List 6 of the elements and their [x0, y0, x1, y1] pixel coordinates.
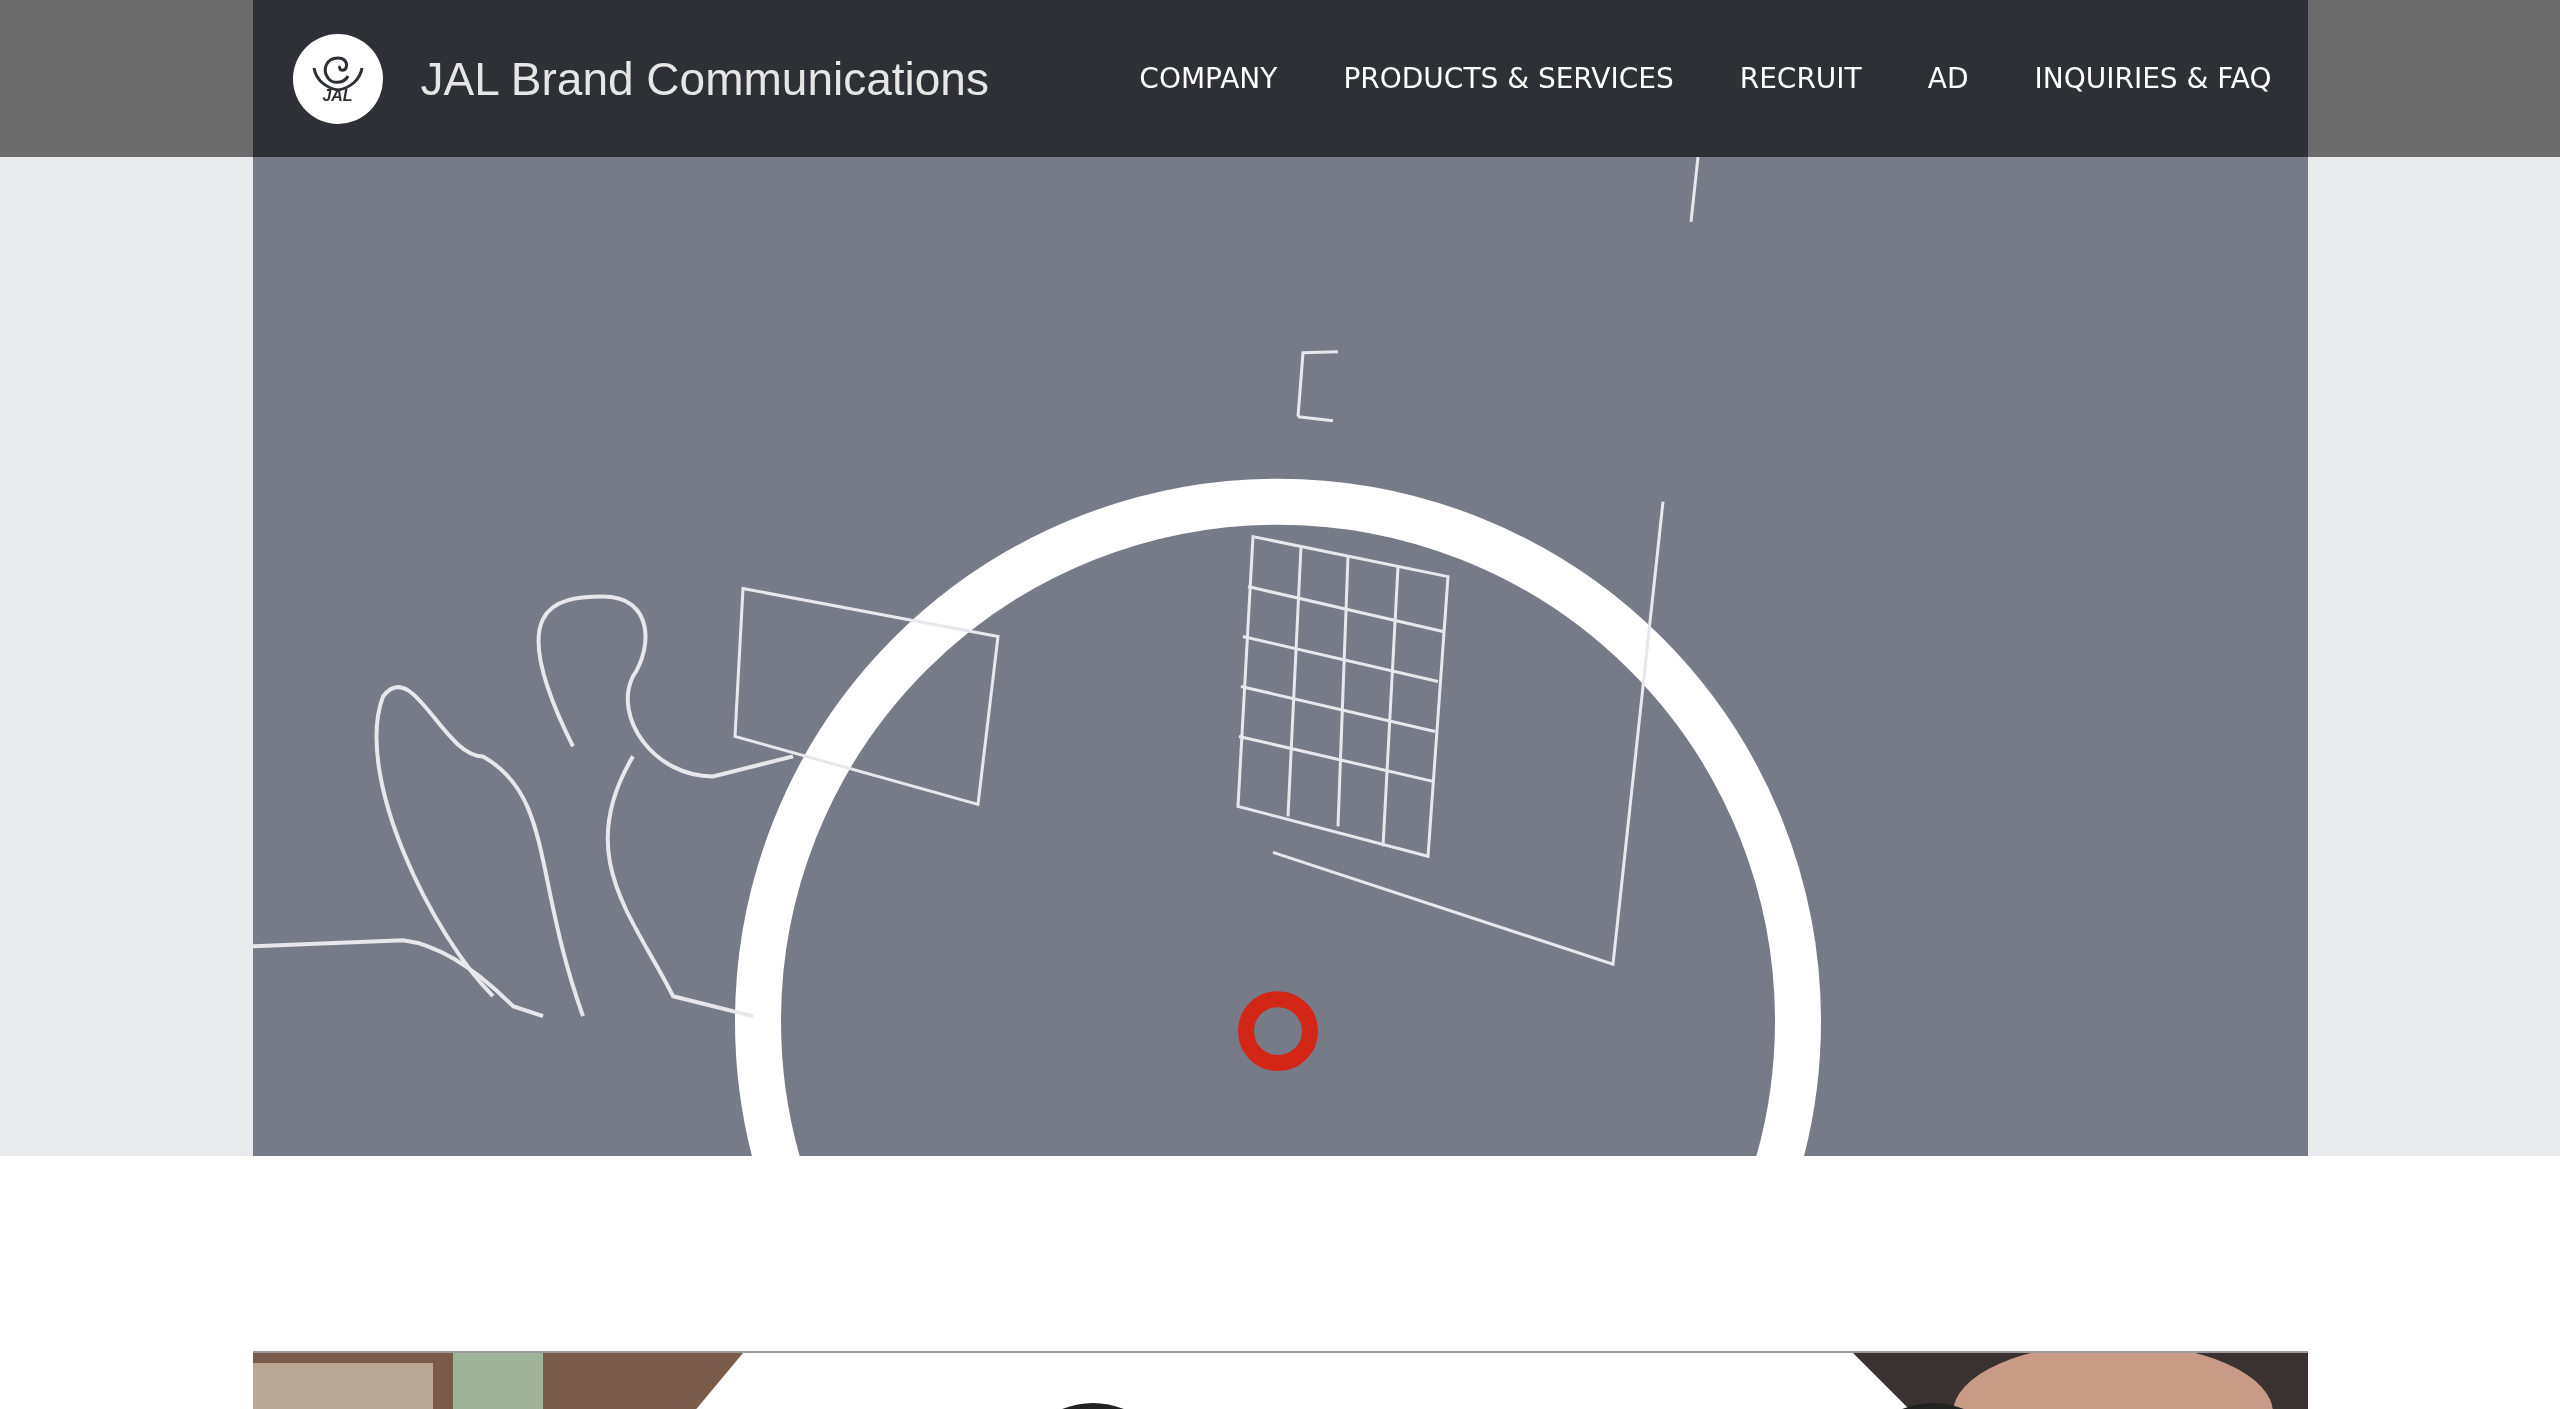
- nav-link[interactable]: AD: [1927, 62, 1969, 95]
- nav-link[interactable]: INQUIRIES & FAQ: [2034, 62, 2272, 95]
- nav-link[interactable]: RECRUIT: [1739, 62, 1862, 95]
- site-title[interactable]: JAL Brand Communications: [420, 51, 989, 106]
- nav-link[interactable]: PRODUCTS & SERVICES: [1343, 62, 1674, 95]
- nav-link[interactable]: COMPANY: [1139, 62, 1278, 95]
